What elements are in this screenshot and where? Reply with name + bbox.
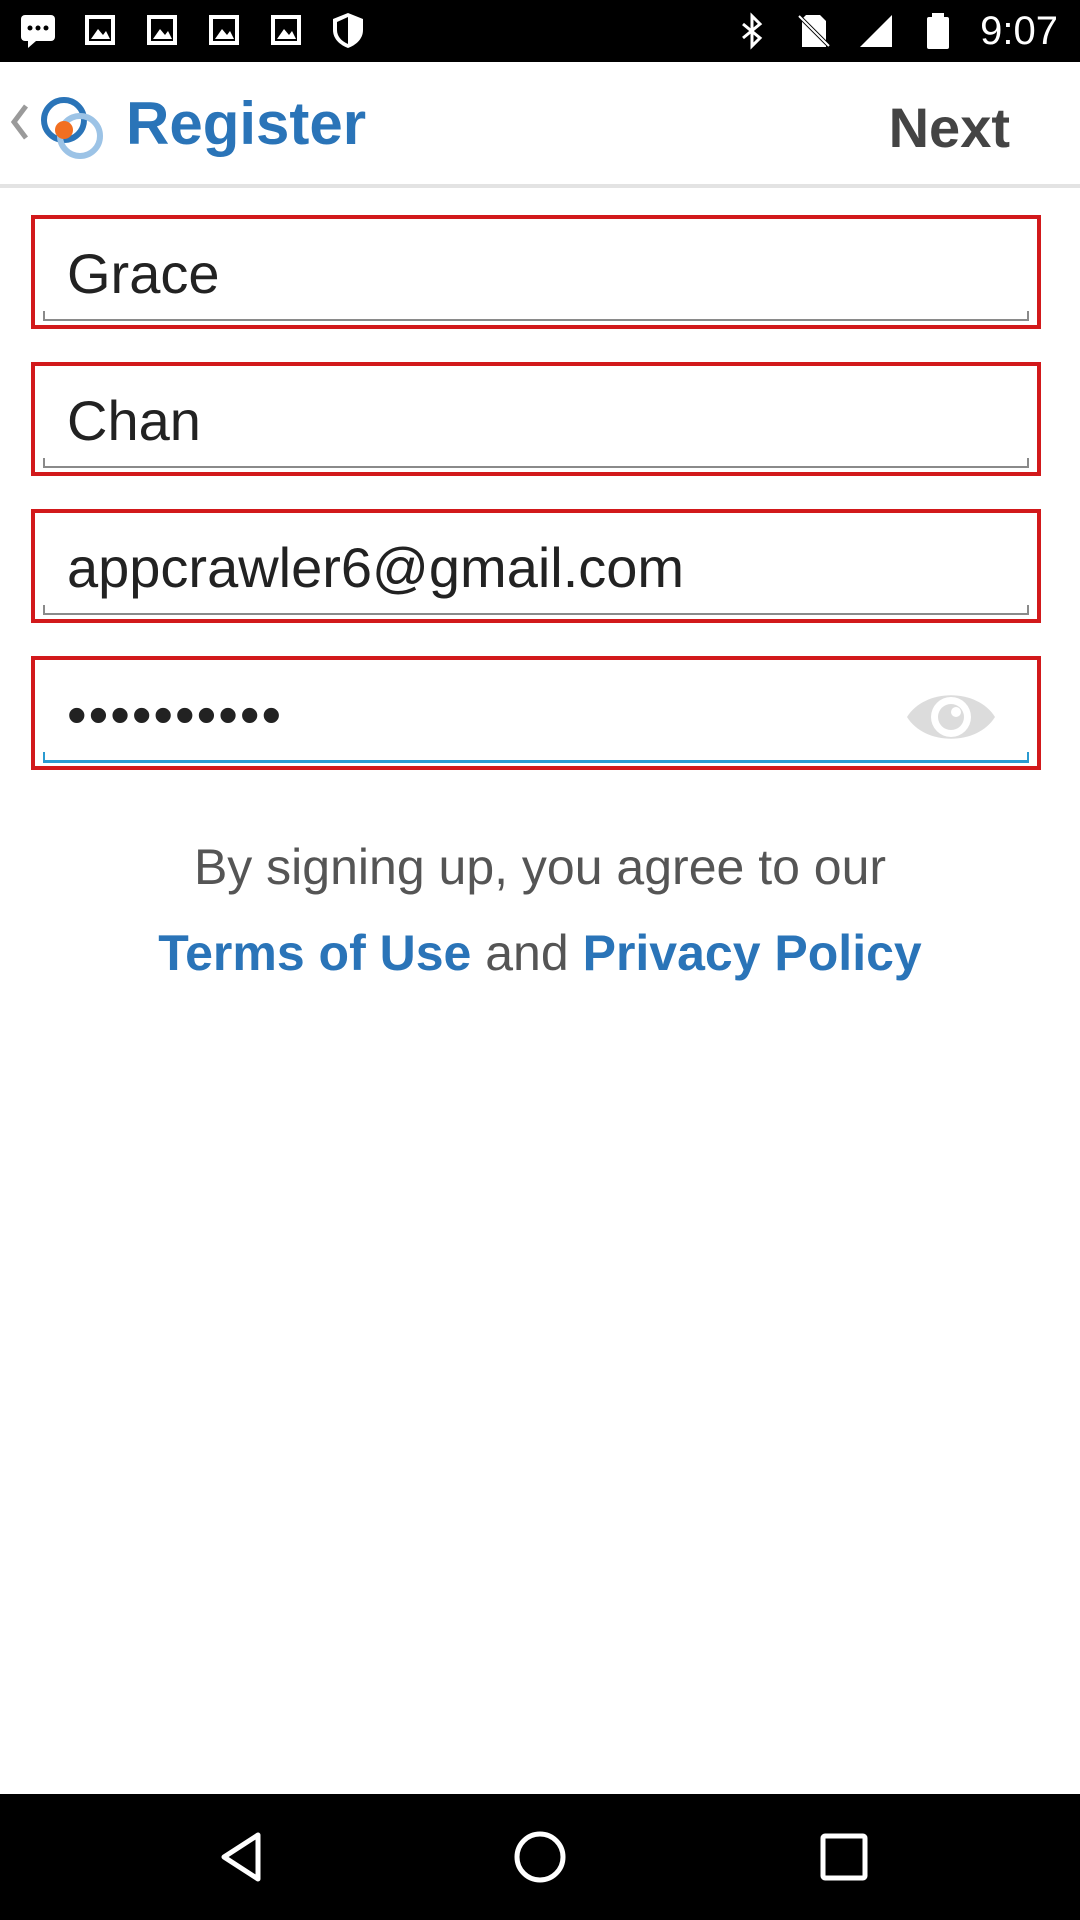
- page-title: Register: [126, 90, 367, 157]
- navigation-bar: [0, 1794, 1080, 1920]
- image-icon: [271, 15, 301, 45]
- app-logo-icon: [41, 97, 103, 159]
- chat-icon: [21, 15, 55, 48]
- bluetooth-icon: [742, 12, 763, 50]
- status-time: 9:07: [980, 9, 1058, 53]
- next-button[interactable]: Next: [889, 98, 1010, 158]
- recents-icon[interactable]: [814, 1827, 874, 1887]
- shield-icon: [333, 13, 363, 48]
- status-right-icons: 9:07: [732, 8, 1058, 54]
- no-sim-icon: [797, 14, 831, 48]
- password-value: ••••••••••: [67, 683, 284, 746]
- email-field[interactable]: appcrawler6@gmail.com: [31, 509, 1041, 623]
- battery-icon: [927, 13, 950, 49]
- signal-icon: [860, 15, 893, 47]
- last-name-underline: [43, 458, 1029, 468]
- password-field[interactable]: ••••••••••: [31, 656, 1041, 770]
- first-name-field[interactable]: Grace: [31, 215, 1041, 329]
- privacy-policy-link[interactable]: Privacy Policy: [583, 925, 922, 981]
- email-value: appcrawler6@gmail.com: [67, 536, 685, 599]
- agreement-links: Terms of Use and Privacy Policy: [0, 924, 1080, 982]
- terms-of-use-link[interactable]: Terms of Use: [158, 925, 471, 981]
- status-left-icons: [18, 10, 368, 50]
- image-icon: [85, 15, 115, 45]
- back-chevron-icon[interactable]: [8, 100, 30, 144]
- app-bar: Register Next: [0, 62, 1080, 188]
- conjunction-text: and: [485, 925, 569, 981]
- status-bar: 9:07: [0, 0, 1080, 62]
- last-name-value: Chan: [67, 389, 201, 452]
- image-icon: [209, 15, 239, 45]
- image-icon: [147, 15, 177, 45]
- password-underline: [43, 752, 1029, 763]
- first-name-underline: [43, 311, 1029, 321]
- email-underline: [43, 605, 1029, 615]
- home-icon[interactable]: [510, 1827, 570, 1887]
- and-text: and: [485, 925, 582, 981]
- last-name-field[interactable]: Chan: [31, 362, 1041, 476]
- first-name-value: Grace: [67, 242, 220, 305]
- back-icon[interactable]: [212, 1827, 272, 1887]
- agreement-text: By signing up, you agree to our: [193, 839, 887, 895]
- show-password-eye-icon[interactable]: [903, 680, 999, 754]
